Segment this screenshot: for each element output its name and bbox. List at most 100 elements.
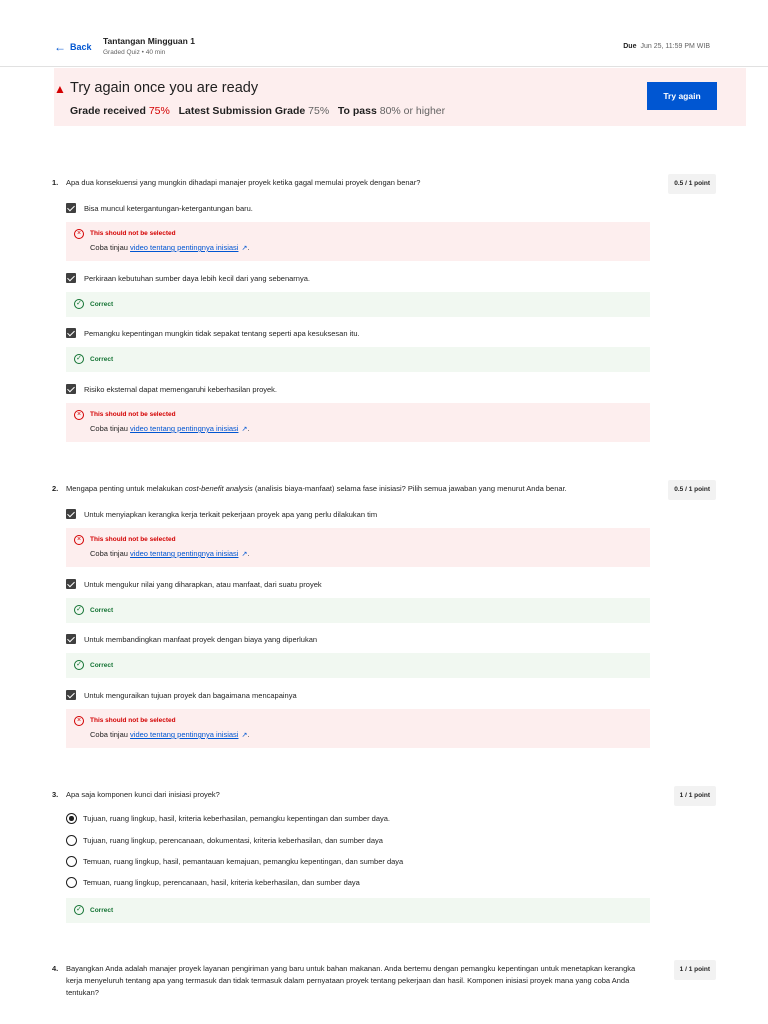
question-4: 4. Bayangkan Anda adalah manajer proyek … — [52, 960, 716, 999]
hint-link[interactable]: video tentang pentingnya inisiasi — [130, 549, 238, 558]
check-circle-icon: ✓ — [74, 660, 84, 670]
checkbox-checked-icon[interactable] — [66, 203, 76, 213]
pass-label: To pass — [337, 105, 377, 117]
option-label: Tujuan, ruang lingkup, hasil, kriteria k… — [83, 814, 390, 823]
option-label: Bisa muncul ketergantungan-ketergantunga… — [84, 203, 253, 213]
option-label: Risiko eksternal dapat memengaruhi keber… — [84, 384, 278, 394]
hint-link[interactable]: video tentang pentingnya inisiasi — [130, 730, 238, 739]
grade-summary: Grade received 75% Latest Submission Gra… — [70, 105, 445, 117]
option-radio[interactable]: Temuan, ruang lingkup, perencanaan, hasi… — [66, 877, 360, 888]
question-3: 3. Apa saja komponen kunci dari inisiasi… — [52, 786, 716, 923]
checkbox-checked-icon[interactable] — [66, 328, 76, 338]
option-label: Temuan, ruang lingkup, hasil, pemantauan… — [83, 857, 404, 866]
check-circle-icon: ✓ — [74, 354, 84, 364]
radio-empty-icon[interactable] — [66, 856, 77, 867]
hint-suffix: . — [247, 424, 250, 433]
feedback-label: Correct — [90, 607, 114, 614]
option-radio[interactable]: Tujuan, ruang lingkup, perencanaan, doku… — [66, 835, 383, 846]
hint-prefix: Coba tinjau — [90, 424, 128, 433]
checkbox-checked-icon[interactable] — [66, 690, 76, 700]
hint-link[interactable]: video tentang pentingnya inisiasi — [130, 424, 238, 433]
question-prompt-end: (analisis biaya-manfaat) selama fase ini… — [254, 484, 567, 493]
feedback-label: This should not be selected — [90, 230, 176, 237]
hint-suffix: . — [247, 730, 250, 739]
feedback-correct: ✓ Correct — [66, 347, 650, 372]
option-label: Untuk membandingkan manfaat proyek denga… — [84, 634, 318, 644]
back-label: Back — [70, 42, 92, 52]
option-label: Untuk menguraikan tujuan proyek dan baga… — [84, 690, 297, 700]
option-label: Tujuan, ruang lingkup, perencanaan, doku… — [83, 836, 383, 845]
check-circle-icon: ✓ — [74, 605, 84, 615]
x-circle-icon: × — [74, 535, 84, 545]
due-label: Due — [623, 43, 637, 50]
quiz-subtitle: Graded Quiz • 40 min — [103, 49, 166, 56]
grade-received-value: 75% — [148, 105, 170, 117]
hint-link[interactable]: video tentang pentingnya inisiasi — [130, 243, 238, 252]
question-2: 2. Mengapa penting untuk melakukan cost-… — [52, 480, 716, 748]
feedback-hint: Coba tinjau video tentang pentingnya ini… — [90, 243, 249, 252]
feedback-wrong: × This should not be selected Coba tinja… — [66, 528, 650, 567]
back-button[interactable]: ← Back — [54, 40, 92, 54]
banner-heading: Try again once you are ready — [70, 80, 259, 96]
points-badge: 0.5 / 1 point — [668, 480, 716, 500]
feedback-wrong: × This should not be selected Coba tinja… — [66, 709, 650, 748]
hint-prefix: Coba tinjau — [90, 549, 128, 558]
checkbox-checked-icon[interactable] — [66, 384, 76, 394]
x-circle-icon: × — [74, 229, 84, 239]
question-prompt-italic: cost-benefit analysis — [184, 484, 253, 493]
points-badge: 1 / 1 point — [673, 960, 716, 980]
option-label: Perkiraan kebutuhan sumber daya lebih ke… — [84, 273, 310, 283]
option-label: Untuk mengukur nilai yang diharapkan, at… — [84, 579, 322, 589]
check-circle-icon: ✓ — [74, 299, 84, 309]
question-number: 2. — [52, 484, 59, 493]
radio-selected-icon[interactable] — [66, 813, 77, 824]
option-checkbox[interactable]: Bisa muncul ketergantungan-ketergantunga… — [66, 203, 253, 213]
x-circle-icon: × — [74, 410, 84, 420]
latest-grade-label: Latest Submission Grade — [178, 105, 306, 117]
question-number: 3. — [52, 790, 59, 799]
try-again-button[interactable]: Try again — [647, 82, 717, 110]
hint-prefix: Coba tinjau — [90, 243, 128, 252]
feedback-label: Correct — [90, 356, 114, 363]
due-date: Due Jun 25, 11:59 PM WIB — [623, 43, 710, 50]
question-number: 1. — [52, 178, 59, 187]
option-checkbox[interactable]: Untuk menyiapkan kerangka kerja terkait … — [66, 509, 377, 519]
question-1: 1. Apa dua konsekuensi yang mungkin diha… — [52, 174, 716, 442]
radio-empty-icon[interactable] — [66, 877, 77, 888]
feedback-label: This should not be selected — [90, 411, 176, 418]
checkbox-checked-icon[interactable] — [66, 509, 76, 519]
option-checkbox[interactable]: Untuk membandingkan manfaat proyek denga… — [66, 634, 317, 644]
feedback-hint: Coba tinjau video tentang pentingnya ini… — [90, 549, 249, 558]
hint-prefix: Coba tinjau — [90, 730, 128, 739]
check-circle-icon: ✓ — [74, 905, 84, 915]
question-prompt: Apa saja komponen kunci dari inisiasi pr… — [66, 790, 220, 799]
question-prompt: Bayangkan Anda adalah manajer proyek lay… — [66, 964, 636, 997]
feedback-wrong: × This should not be selected Coba tinja… — [66, 222, 650, 261]
feedback-label: This should not be selected — [90, 536, 176, 543]
feedback-label: This should not be selected — [90, 717, 176, 724]
option-checkbox[interactable]: Untuk menguraikan tujuan proyek dan baga… — [66, 690, 297, 700]
question-prompt: Apa dua konsekuensi yang mungkin dihadap… — [66, 178, 421, 187]
radio-empty-icon[interactable] — [66, 835, 77, 846]
checkbox-checked-icon[interactable] — [66, 634, 76, 644]
hint-suffix: . — [247, 549, 250, 558]
option-radio[interactable]: Tujuan, ruang lingkup, hasil, kriteria k… — [66, 813, 390, 824]
option-radio[interactable]: Temuan, ruang lingkup, hasil, pemantauan… — [66, 856, 403, 867]
feedback-wrong: × This should not be selected Coba tinja… — [66, 403, 650, 442]
due-value: Jun 25, 11:59 PM WIB — [640, 43, 710, 50]
latest-grade-value: 75% — [308, 105, 330, 117]
checkbox-checked-icon[interactable] — [66, 273, 76, 283]
option-checkbox[interactable]: Perkiraan kebutuhan sumber daya lebih ke… — [66, 273, 310, 283]
option-checkbox[interactable]: Pemangku kepentingan mungkin tidak sepak… — [66, 328, 360, 338]
top-bar: ← Back Tantangan Mingguan 1 Graded Quiz … — [0, 0, 768, 67]
feedback-correct: ✓ Correct — [66, 598, 650, 623]
feedback-correct: ✓ Correct — [66, 653, 650, 678]
checkbox-checked-icon[interactable] — [66, 579, 76, 589]
feedback-correct: ✓ Correct — [66, 898, 650, 923]
feedback-label: Correct — [90, 907, 114, 914]
hint-suffix: . — [247, 243, 250, 252]
quiz-title: Tantangan Mingguan 1 — [103, 36, 195, 46]
option-checkbox[interactable]: Risiko eksternal dapat memengaruhi keber… — [66, 384, 277, 394]
option-label: Pemangku kepentingan mungkin tidak sepak… — [84, 328, 360, 338]
option-checkbox[interactable]: Untuk mengukur nilai yang diharapkan, at… — [66, 579, 322, 589]
